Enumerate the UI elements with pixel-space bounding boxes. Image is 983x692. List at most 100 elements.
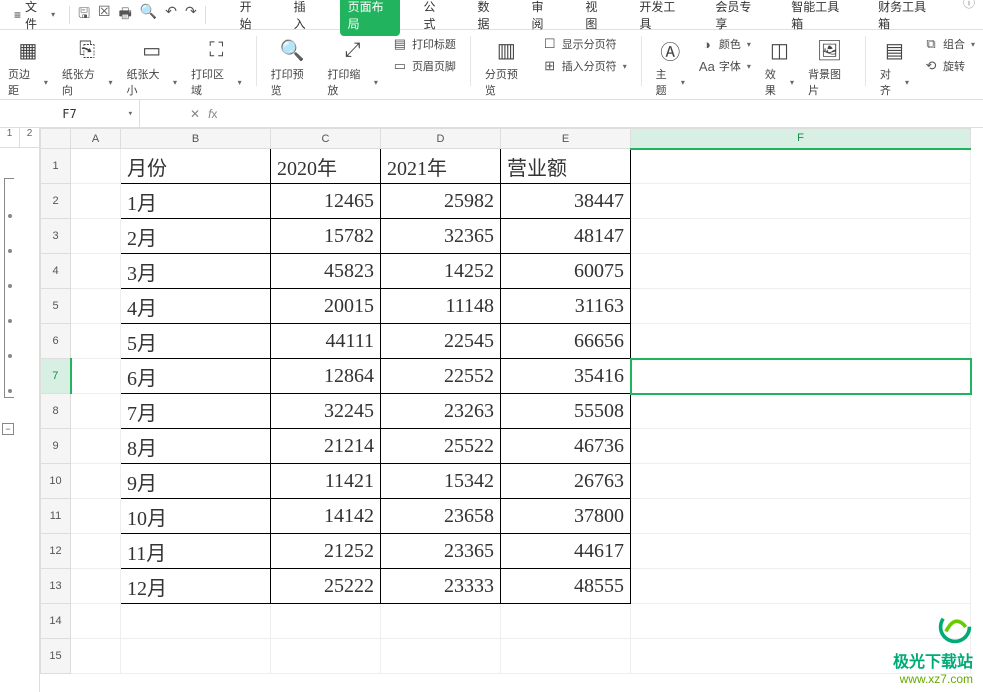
row-header-5[interactable]: 5: [41, 289, 71, 324]
cell-D4[interactable]: 14252: [381, 254, 501, 289]
cell-B10[interactable]: 9月: [121, 464, 271, 499]
col-header-D[interactable]: D: [381, 129, 501, 149]
margins-button[interactable]: ▦ 页边距: [8, 36, 48, 98]
size-button[interactable]: ▭ 纸张大小: [126, 36, 177, 98]
orientation-button[interactable]: ⎘ 纸张方向: [62, 36, 113, 98]
cell-C7[interactable]: 12864: [271, 359, 381, 394]
redo-icon[interactable]: ↷: [185, 3, 197, 27]
align-button[interactable]: ▤ 对齐: [880, 36, 909, 98]
tab-view[interactable]: 视图: [577, 0, 615, 36]
row-header-1[interactable]: 1: [41, 149, 71, 184]
tab-review[interactable]: 审阅: [523, 0, 561, 36]
cell-F13[interactable]: [631, 569, 971, 604]
cell-D14[interactable]: [381, 604, 501, 639]
row-header-2[interactable]: 2: [41, 184, 71, 219]
tab-devtools[interactable]: 开发工具: [631, 0, 691, 36]
cell-F10[interactable]: [631, 464, 971, 499]
cell-A11[interactable]: [71, 499, 121, 534]
cell-F7[interactable]: [631, 359, 971, 394]
cell-C9[interactable]: 21214: [271, 429, 381, 464]
col-header-F[interactable]: F: [631, 129, 971, 149]
cell-A8[interactable]: [71, 394, 121, 429]
cell-F15[interactable]: [631, 639, 971, 674]
group-button[interactable]: ⧉组合: [923, 36, 975, 52]
cell-E3[interactable]: 48147: [501, 219, 631, 254]
row-header-6[interactable]: 6: [41, 324, 71, 359]
cell-E10[interactable]: 26763: [501, 464, 631, 499]
cell-C8[interactable]: 32245: [271, 394, 381, 429]
row-header-3[interactable]: 3: [41, 219, 71, 254]
row-header-15[interactable]: 15: [41, 639, 71, 674]
row-header-7[interactable]: 7: [41, 359, 71, 394]
cell-C2[interactable]: 12465: [271, 184, 381, 219]
cell-B11[interactable]: 10月: [121, 499, 271, 534]
row-header-10[interactable]: 10: [41, 464, 71, 499]
cell-D3[interactable]: 32365: [381, 219, 501, 254]
row-header-12[interactable]: 12: [41, 534, 71, 569]
fonts-button[interactable]: Aa字体: [699, 58, 751, 74]
row-header-9[interactable]: 9: [41, 429, 71, 464]
print-zoom-button[interactable]: ⤢ 打印缩放: [327, 36, 378, 98]
cell-C6[interactable]: 44111: [271, 324, 381, 359]
cell-B5[interactable]: 4月: [121, 289, 271, 324]
cell-F8[interactable]: [631, 394, 971, 429]
name-box[interactable]: F7 ▾: [0, 100, 140, 127]
tab-member[interactable]: 会员专享: [707, 0, 767, 36]
cell-B12[interactable]: 11月: [121, 534, 271, 569]
file-menu[interactable]: ≡ 文件 ▾: [8, 0, 61, 34]
cell-A9[interactable]: [71, 429, 121, 464]
colors-button[interactable]: ◑颜色: [699, 36, 751, 52]
formula-input[interactable]: [217, 100, 983, 127]
row-header-11[interactable]: 11: [41, 499, 71, 534]
cell-D11[interactable]: 23658: [381, 499, 501, 534]
cell-B14[interactable]: [121, 604, 271, 639]
cell-E2[interactable]: 38447: [501, 184, 631, 219]
cell-A1[interactable]: [71, 149, 121, 184]
themes-button[interactable]: Ⓐ 主题: [656, 36, 685, 98]
cell-D10[interactable]: 15342: [381, 464, 501, 499]
cell-F9[interactable]: [631, 429, 971, 464]
col-header-C[interactable]: C: [271, 129, 381, 149]
tab-page-layout[interactable]: 页面布局: [340, 0, 400, 36]
cell-A15[interactable]: [71, 639, 121, 674]
row-header-13[interactable]: 13: [41, 569, 71, 604]
effects-button[interactable]: ◫ 效果: [765, 36, 794, 98]
cell-D2[interactable]: 25982: [381, 184, 501, 219]
rotate-button[interactable]: ⟲旋转: [923, 58, 975, 74]
cell-E14[interactable]: [501, 604, 631, 639]
print-preview-button[interactable]: 🔍 打印预览: [271, 36, 314, 98]
cell-A6[interactable]: [71, 324, 121, 359]
cell-B13[interactable]: 12月: [121, 569, 271, 604]
tab-data[interactable]: 数据: [469, 0, 507, 36]
cell-C3[interactable]: 15782: [271, 219, 381, 254]
cell-B4[interactable]: 3月: [121, 254, 271, 289]
cell-C4[interactable]: 45823: [271, 254, 381, 289]
cell-D13[interactable]: 23333: [381, 569, 501, 604]
col-header-E[interactable]: E: [501, 129, 631, 149]
cell-E5[interactable]: 31163: [501, 289, 631, 324]
show-page-breaks-check[interactable]: ☐显示分页符: [542, 36, 627, 52]
cell-E4[interactable]: 60075: [501, 254, 631, 289]
outline-collapse-button[interactable]: −: [2, 423, 14, 435]
print-icon[interactable]: 🖶: [119, 3, 132, 27]
row-header-14[interactable]: 14: [41, 604, 71, 639]
cell-A10[interactable]: [71, 464, 121, 499]
cell-C10[interactable]: 11421: [271, 464, 381, 499]
cell-B9[interactable]: 8月: [121, 429, 271, 464]
cell-E15[interactable]: [501, 639, 631, 674]
cell-E9[interactable]: 46736: [501, 429, 631, 464]
print-area-button[interactable]: ⛶ 打印区域: [191, 36, 242, 98]
save-icon[interactable]: 🖫: [78, 3, 90, 27]
cell-E6[interactable]: 66656: [501, 324, 631, 359]
cell-D5[interactable]: 11148: [381, 289, 501, 324]
cell-F14[interactable]: [631, 604, 971, 639]
fx-icon[interactable]: fx: [208, 107, 217, 121]
export-icon[interactable]: ☒: [98, 3, 111, 27]
cell-C1[interactable]: 2020年: [271, 149, 381, 184]
cell-A4[interactable]: [71, 254, 121, 289]
tab-smart[interactable]: 智能工具箱: [783, 0, 854, 36]
cell-B6[interactable]: 5月: [121, 324, 271, 359]
cell-C13[interactable]: 25222: [271, 569, 381, 604]
cell-E12[interactable]: 44617: [501, 534, 631, 569]
cell-F12[interactable]: [631, 534, 971, 569]
